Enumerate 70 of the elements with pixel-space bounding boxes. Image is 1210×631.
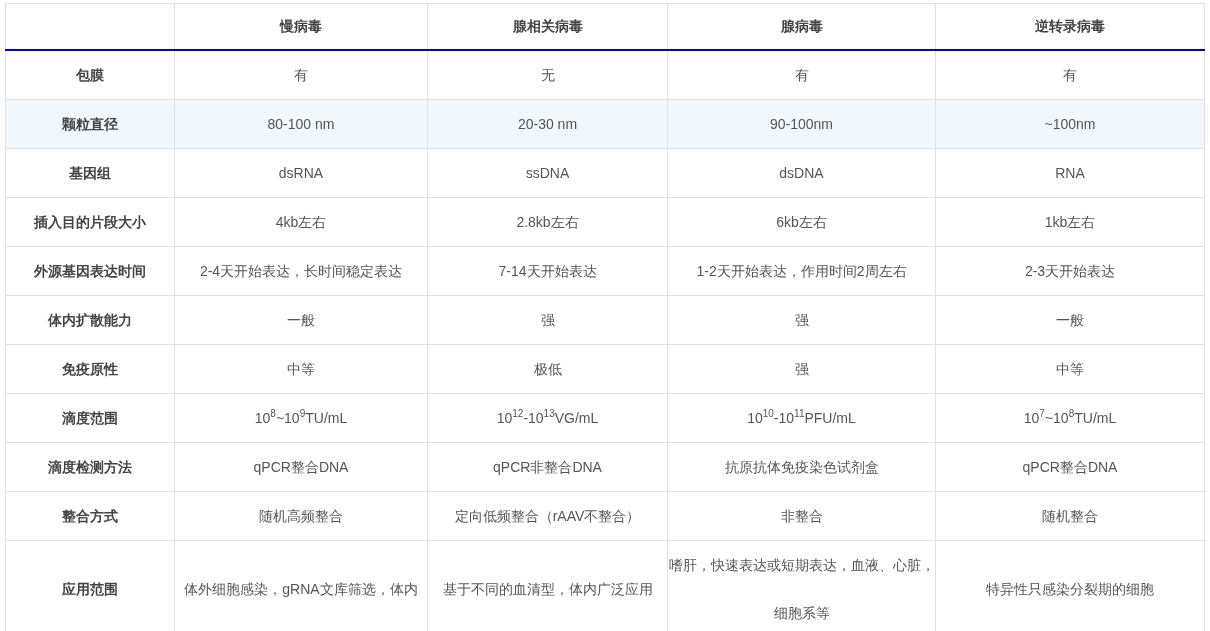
table-row[interactable]: 滴度检测方法 qPCR整合DNA qPCR非整合DNA 抗原抗体免疫染色试剂盒 qPCR整合DNA	[5, 442, 1205, 492]
table-row[interactable]: 基因组 dsRNA ssDNA dsDNA RNA	[5, 148, 1205, 198]
row-header: 滴度范围	[62, 409, 118, 428]
row-header: 体内扩散能力	[48, 311, 132, 330]
table-cell-text: 极低	[533, 360, 562, 379]
table-row[interactable]: 颗粒直径 80-100 nm 20-30 nm 90-100nm ~100nm	[5, 99, 1205, 149]
table-cell-text: RNA	[1055, 164, 1085, 183]
row-header: 免疫原性	[62, 360, 118, 379]
table-cell-text: 20-30 nm	[517, 115, 578, 134]
row-header: 基因组	[69, 164, 111, 183]
table-row[interactable]: 整合方式 随机高频整合 定向低频整合（rAAV不整合） 非整合 随机整合	[5, 491, 1205, 541]
table-cell-text: 2-3天开始表达	[1024, 262, 1116, 281]
table-cell-text: qPCR整合DNA	[1022, 458, 1118, 477]
row-header: 整合方式	[62, 507, 118, 526]
table-cell-text: 定向低频整合（rAAV不整合）	[454, 507, 641, 526]
table-cell-text: 有	[294, 66, 308, 85]
table-row[interactable]: 插入目的片段大小 4kb左右 2.8kb左右 6kb左右 1kb左右	[5, 197, 1205, 247]
row-header: 颗粒直径	[62, 115, 118, 134]
table-cell-text: 随机高频整合	[259, 507, 343, 526]
table-row[interactable]: 外源基因表达时间 2-4天开始表达，长时间稳定表达 7-14天开始表达 1-2天开始表达，作用时间2周左右 2-3天开始表达	[5, 246, 1205, 296]
table-cell-text: 无	[540, 66, 555, 85]
table-cell-text: 抗原抗体免疫染色试剂盒	[724, 458, 879, 477]
table-row[interactable]: 包膜 有 无 有 有	[5, 50, 1205, 100]
table-cell-text: 1kb左右	[1044, 213, 1096, 232]
column-header: 腺相关病毒	[512, 17, 583, 34]
table-cell-text: 强	[794, 311, 809, 330]
row-header: 应用范围	[62, 580, 118, 599]
table-row[interactable]: 免疫原性 中等 极低 强 中等	[5, 344, 1205, 394]
row-header: 滴度检测方法	[48, 458, 132, 477]
column-header: 腺病毒	[780, 17, 823, 34]
table-cell-text: 有	[794, 66, 809, 85]
table-cell-text: 4kb左右	[275, 213, 327, 232]
table-cell-text: 10$^{7}$~10$^{8}$TU/mL	[1023, 407, 1117, 428]
table-cell-text: 中等	[287, 360, 315, 379]
table-cell-text: 随机整合	[1042, 507, 1098, 526]
table-row[interactable]: 体内扩散能力 一般 强 强 一般	[5, 295, 1205, 345]
table-cell-text: dsRNA	[278, 164, 324, 183]
table-cell-text: 10$^{10}$-10$^{11}$PFU/mL	[747, 407, 856, 428]
table-cell-text: 非整合	[780, 507, 823, 526]
table-cell-text: 嗜肝，快速表达或短期表达，血液、心脏，细胞系等	[668, 556, 935, 623]
table-cell-text: 2-4天开始表达，长时间稳定表达	[199, 262, 403, 281]
table-cell-text: qPCR整合DNA	[253, 458, 349, 477]
table-cell-text: 7-14天开始表达	[498, 262, 597, 281]
table-cell-text: 6kb左右	[776, 213, 827, 232]
table-cell-text: 中等	[1056, 360, 1084, 379]
table-cell-text: 强	[540, 311, 555, 330]
table-cell-text: 80-100 nm	[267, 115, 335, 134]
table-cell-text: 基于不同的血清型，体内广泛应用	[442, 580, 653, 599]
table-cell-text: 特异性只感染分裂期的细胞	[986, 580, 1154, 599]
column-header: 慢病毒	[280, 17, 322, 34]
table-cell-text: 1-2天开始表达，作用时间2周左右	[696, 262, 907, 281]
table-row[interactable]: 滴度范围 10$^{8}$~10$^{9}$TU/mL 10$^{12}$-10$^{13}$VG/mL 10$^{10}$-10$^{11}$PFU/mL 10$^{7}$~10$^{8}$TU/mL	[5, 393, 1205, 443]
row-header: 插入目的片段大小	[34, 213, 146, 232]
table-cell-text: 体外细胞感染，gRNA文库筛选，体内	[184, 580, 418, 599]
table-cell-text: qPCR非整合DNA	[493, 458, 602, 477]
table-cell-text: 有	[1063, 66, 1077, 85]
table-cell-text: 强	[794, 360, 809, 379]
table-cell-text: ssDNA	[525, 164, 570, 183]
row-header: 包膜	[76, 66, 104, 85]
table-cell-text: 2.8kb左右	[516, 213, 579, 232]
table-cell-text: 10$^{12}$-10$^{13}$VG/mL	[496, 407, 599, 428]
table-cell-text: 一般	[287, 311, 315, 330]
table-cell-text: ~100nm	[1044, 115, 1096, 134]
table-cell-text: 90-100nm	[769, 115, 833, 134]
column-header: 逆转录病毒	[1035, 17, 1105, 34]
row-header: 外源基因表达时间	[34, 262, 146, 281]
table-cell-text: dsDNA	[779, 164, 824, 183]
table-cell-text: 一般	[1056, 311, 1084, 330]
table-row[interactable]: 应用范围 体外细胞感染，gRNA文库筛选，体内 基于不同的血清型，体内广泛应用 嗜肝，快速表达或短期表达，血液、心脏，细胞系等 特异性只感染分裂期的细胞	[5, 540, 1205, 631]
table-cell-text: 10$^{8}$~10$^{9}$TU/mL	[254, 407, 348, 428]
